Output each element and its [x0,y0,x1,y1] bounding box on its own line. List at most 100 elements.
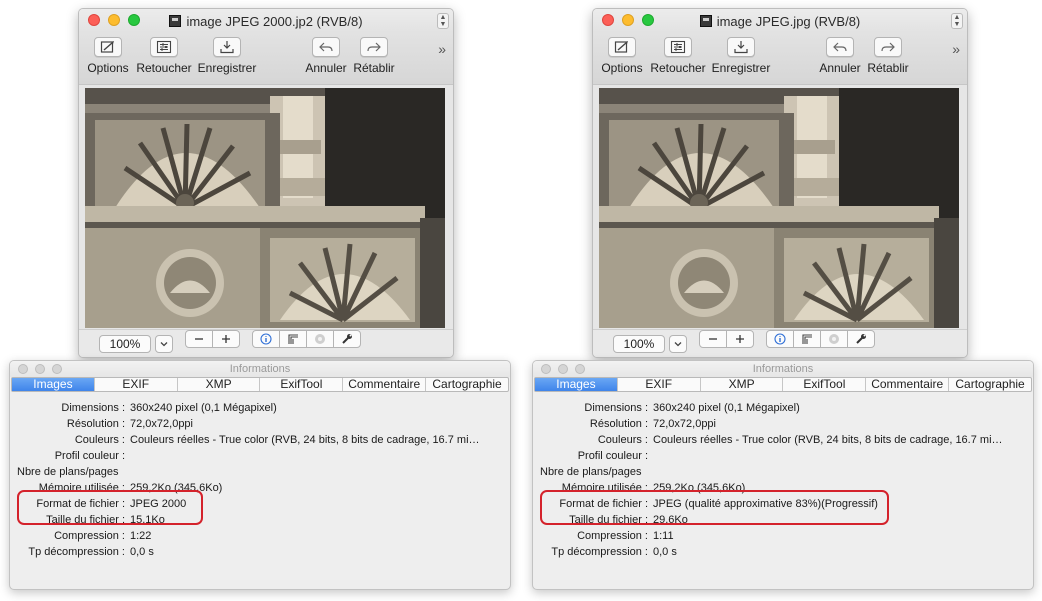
highlight-annotation [540,490,889,525]
image-canvas[interactable] [79,85,453,331]
enregistrer-button[interactable]: Enregistrer [197,37,257,75]
info-row-compression: Compression : 1:11 [533,530,1033,546]
color-button[interactable] [306,330,334,348]
left-comparison: image JPEG 2000.jp2 (RVB/8) ▲ ▼ Options R… [0,0,521,601]
tab-commentaire[interactable]: Commentaire [865,378,948,391]
row-value: 1:22 [130,530,152,542]
photo-illustration [599,88,959,328]
row-label: Résolution : [66,418,125,430]
image-canvas[interactable] [593,85,967,331]
retoucher-button[interactable]: Retoucher [136,37,192,75]
annuler-button[interactable]: Annuler [303,37,349,75]
tab-exiftool[interactable]: ExifTool [259,378,342,391]
info-row-compression: Compression : 1:22 [10,530,510,546]
info-titlebar[interactable]: Informations [10,361,510,377]
tab-cartographie[interactable]: Cartographie [948,378,1031,391]
updown-stepper-icon[interactable]: ▲ ▼ [951,13,963,29]
row-value: 1:11 [653,530,674,542]
info-button[interactable] [252,330,280,348]
options-label: Options [601,61,643,75]
tab-xmp[interactable]: XMP [176,378,260,391]
toolbar-overflow-chevron-icon[interactable]: » [438,41,446,57]
chevron-down-icon [674,342,682,347]
tab-exif[interactable]: EXIF [616,378,700,391]
tab-exif[interactable]: EXIF [93,378,177,391]
image-viewer-window: image JPEG.jpg (RVB/8) ▲ ▼ Options Retouc… [592,8,968,358]
info-title: Informations [752,363,814,375]
carved-stone-photo [599,88,959,328]
row-label: Dimensions : [61,402,125,414]
photo-illustration [85,88,445,328]
zoom-in-button[interactable] [212,330,240,348]
tab-commentaire[interactable]: Commentaire [342,378,425,391]
info-row-plans: Nbre de plans/pages [533,466,1033,482]
tools-button[interactable] [847,330,875,348]
crop-icon [288,334,298,344]
info-row-profil: Profil couleur : [533,450,1033,466]
plus-icon [736,335,744,343]
tab-cartographie[interactable]: Cartographie [425,378,508,391]
image-viewer-window: image JPEG 2000.jp2 (RVB/8) ▲ ▼ Options R… [78,8,454,358]
info-tabs: Images EXIF XMP ExifTool Commentaire Car… [534,377,1032,392]
annuler-label: Annuler [305,61,347,75]
informations-panel: Informations Images EXIF XMP ExifTool Co… [9,360,511,590]
enregistrer-button[interactable]: Enregistrer [711,37,771,75]
tab-images[interactable]: Images [12,378,94,391]
tab-images[interactable]: Images [535,378,617,391]
window-title: image JPEG 2000.jp2 (RVB/8) [79,14,453,29]
info-row-decompression: Tp décompression : 0,0 s [10,546,510,562]
zoom-out-button[interactable] [699,330,727,348]
info-row-profil: Profil couleur : [10,450,510,466]
window-titlebar[interactable]: image JPEG.jpg (RVB/8) ▲ ▼ [593,9,967,33]
zoom-step-group [185,330,240,348]
retablir-button[interactable]: Rétablir [865,37,911,75]
window-title: image JPEG.jpg (RVB/8) [593,14,967,29]
info-row-plans: Nbre de plans/pages [10,466,510,482]
tools-button[interactable] [333,330,361,348]
options-button[interactable]: Options [85,37,131,75]
row-value: Couleurs réelles - True color (RVB, 24 b… [653,434,1003,446]
row-label: Nbre de plans/pages [540,466,642,478]
plus-icon [222,335,230,343]
updown-stepper-icon[interactable]: ▲ ▼ [437,13,449,29]
annuler-button[interactable]: Annuler [817,37,863,75]
zoom-dropdown-button[interactable] [155,335,173,353]
crop-button[interactable] [279,330,307,348]
tab-exiftool[interactable]: ExifTool [782,378,865,391]
crop-button[interactable] [793,330,821,348]
row-label: Dimensions : [584,402,648,414]
window-titlebar[interactable]: image JPEG 2000.jp2 (RVB/8) ▲ ▼ [79,9,453,33]
image-document-icon [699,15,712,27]
row-label: Tp décompression : [28,546,125,558]
informations-panel: Informations Images EXIF XMP ExifTool Co… [532,360,1034,590]
retoucher-button[interactable]: Retoucher [650,37,706,75]
window-title-text: image JPEG.jpg (RVB/8) [716,14,861,29]
info-button[interactable] [766,330,794,348]
options-button[interactable]: Options [599,37,645,75]
toolbar: Options Retoucher Enregistrer Annuler Ré… [79,33,453,85]
retoucher-label: Retoucher [136,61,192,75]
info-rows: Dimensions : 360x240 pixel (0,1 Mégapixel… [533,392,1033,562]
info-row-dimensions: Dimensions : 360x240 pixel (0,1 Mégapixel… [10,402,510,418]
zoom-in-button[interactable] [726,330,754,348]
toolbar-overflow-chevron-icon[interactable]: » [952,41,960,57]
toolbar: Options Retoucher Enregistrer Annuler Ré… [593,33,967,85]
info-title: Informations [229,363,291,375]
window-title-text: image JPEG 2000.jp2 (RVB/8) [186,14,363,29]
info-titlebar[interactable]: Informations [533,361,1033,377]
retablir-label: Rétablir [353,61,395,75]
info-icon [260,333,272,345]
row-label: Compression : [54,530,125,542]
zoom-step-group [699,330,754,348]
tab-xmp[interactable]: XMP [699,378,783,391]
color-button[interactable] [820,330,848,348]
viewer-bottom-bar: 100% [79,329,453,357]
retoucher-label: Retoucher [650,61,706,75]
wrench-icon [856,334,866,344]
redo-icon [367,42,381,52]
zoom-level-field[interactable]: 100% [99,335,151,353]
zoom-dropdown-button[interactable] [669,335,687,353]
zoom-out-button[interactable] [185,330,213,348]
zoom-level-field[interactable]: 100% [613,335,665,353]
retablir-button[interactable]: Rétablir [351,37,397,75]
